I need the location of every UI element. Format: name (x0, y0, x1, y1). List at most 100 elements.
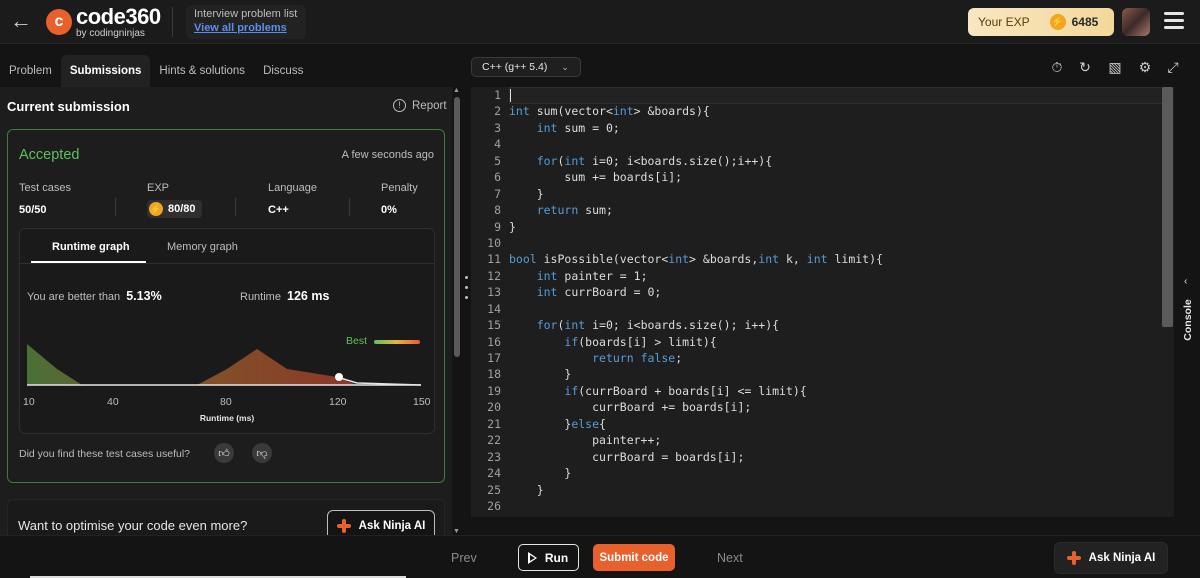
code-line[interactable]: } (509, 482, 1169, 498)
code-line[interactable]: int sum = 0; (509, 120, 1169, 136)
tab-memory-graph[interactable]: Memory graph (167, 241, 238, 253)
scroll-up-icon[interactable]: ▲ (453, 87, 460, 94)
code-lines[interactable]: int sum(vector<int> &boards){ int sum = … (509, 87, 1169, 514)
code-line[interactable]: for(int i=0; i<boards.size();i++){ (509, 153, 1169, 169)
scroll-down-icon[interactable]: ▼ (453, 528, 460, 535)
thumbs-up-icon[interactable]: 👍︎ (214, 443, 234, 463)
stat-divider (349, 198, 350, 216)
code-line[interactable]: } (509, 465, 1169, 481)
ask-ninja-ai-footer-button[interactable]: Ask Ninja AI (1054, 542, 1168, 574)
tab-submissions[interactable]: Submissions (60, 55, 151, 87)
code-line[interactable]: int painter = 1; (509, 268, 1169, 284)
test-cases-value: 50/50 (19, 204, 47, 216)
optimise-question: Want to optimise your code even more? (18, 518, 248, 533)
code-line[interactable]: } (509, 219, 1169, 235)
code-line[interactable]: if(currBoard + boards[i] <= limit){ (509, 383, 1169, 399)
code-editor[interactable]: 1 2 3 4 5 6 7 8 9 10 11 12 13 14 15 16 17 18 19 20 21 22 23 24 2… (471, 87, 1174, 517)
code-line[interactable] (509, 136, 1169, 152)
exp-badge[interactable]: Your EXP ⚡ 6485 (968, 8, 1114, 36)
current-submission-title: Current submission (7, 99, 130, 114)
console-toggle[interactable]: ‹ Console (1176, 272, 1200, 352)
timer-icon[interactable]: ⏱ (1048, 58, 1066, 76)
penalty-value: 0% (381, 204, 397, 216)
view-all-problems-link[interactable]: View all problems (194, 22, 298, 34)
runtime-distribution-chart (27, 344, 422, 386)
logo-mark-icon: c (46, 9, 72, 35)
lightning-coin-icon: ⚡ (1049, 14, 1066, 30)
thumbs-down-icon[interactable]: 👎︎ (252, 443, 272, 463)
line-number: 15 (487, 318, 501, 333)
line-number: 9 (494, 219, 501, 234)
panel-resize-handle[interactable] (465, 276, 469, 308)
exp-value: 6485 (1071, 15, 1099, 29)
logo[interactable]: c code360 by codingninjas (46, 3, 161, 39)
submit-code-button[interactable]: Submit code (593, 544, 675, 571)
code-line[interactable] (509, 235, 1169, 251)
code-line[interactable] (509, 301, 1169, 317)
code-line[interactable]: bool isPossible(vector<int> &boards,int … (509, 251, 1169, 267)
ninja-ai-sparkle-icon (336, 519, 351, 533)
x-axis-label: Runtime (ms) (199, 413, 255, 423)
optimise-card: Want to optimise your code even more? As… (7, 499, 445, 535)
language-select[interactable]: C++ (g++ 5.4) ⌄ (471, 57, 581, 77)
runtime-text: Runtime 126 ms (240, 289, 329, 303)
console-label: Console (1182, 299, 1194, 341)
refresh-icon[interactable]: ↻ (1076, 58, 1094, 76)
avatar[interactable] (1122, 8, 1150, 36)
line-number: 1 (494, 88, 501, 102)
ask-ninja-ai-button[interactable]: Ask Ninja AI (327, 510, 435, 535)
editor-horizontal-scrollbar[interactable] (471, 517, 1174, 525)
runtime-value: 126 ms (287, 289, 330, 303)
fullscreen-icon[interactable]: ⤢ (1164, 58, 1182, 76)
code-line[interactable]: } (509, 366, 1169, 382)
tab-discuss[interactable]: Discuss (254, 55, 312, 87)
code-line[interactable]: if(boards[i] > limit){ (509, 334, 1169, 350)
code-line[interactable]: currBoard += boards[i]; (509, 399, 1169, 415)
code-line[interactable]: return sum; (509, 202, 1169, 218)
prev-button[interactable]: Prev (451, 551, 477, 565)
distribution-area (27, 344, 357, 385)
layout-icon[interactable]: ▧ (1106, 58, 1124, 76)
editor-scrollbar-thumb[interactable] (1162, 87, 1173, 327)
useful-question: Did you find these test cases useful? (19, 448, 191, 460)
code-line[interactable]: sum += boards[i]; (509, 169, 1169, 185)
line-number: 14 (487, 301, 501, 316)
logo-main-text: code360 (76, 3, 161, 29)
back-arrow-icon[interactable]: ← (10, 10, 32, 32)
graph-tab-separator (20, 263, 434, 264)
report-button[interactable]: ! Report (393, 99, 447, 112)
code-line[interactable]: painter++; (509, 432, 1169, 448)
code-line[interactable]: } (509, 186, 1169, 202)
stat-penalty: Penalty 0% (381, 182, 418, 216)
code-line[interactable] (509, 498, 1169, 514)
tab-runtime-graph[interactable]: Runtime graph (52, 241, 130, 253)
code-line[interactable]: currBoard = boards[i]; (509, 449, 1169, 465)
code-line[interactable] (509, 87, 1169, 103)
line-number: 25 (487, 482, 501, 497)
line-number: 2 (494, 104, 501, 119)
line-number: 7 (494, 186, 501, 201)
run-button[interactable]: Run (518, 544, 579, 571)
gear-icon[interactable]: ⚙ (1136, 58, 1154, 76)
tab-hints-solutions[interactable]: Hints & solutions (150, 55, 254, 87)
code-line[interactable]: }else{ (509, 416, 1169, 432)
hamburger-menu-icon[interactable] (1164, 12, 1184, 30)
run-label: Run (544, 550, 569, 565)
next-button[interactable]: Next (717, 551, 743, 565)
tab-problem[interactable]: Problem (0, 55, 61, 87)
code-line[interactable]: return false; (509, 350, 1169, 366)
code-line[interactable]: int sum(vector<int> &boards){ (509, 103, 1169, 119)
logo-sub-text: by codingninjas (76, 27, 145, 39)
left-panel-scrollbar[interactable]: ▲ ▼ (452, 87, 463, 535)
language-label: Language (268, 182, 317, 194)
header-divider (172, 7, 173, 37)
line-number: 13 (487, 285, 501, 300)
runtime-label: Runtime (240, 291, 281, 303)
top-bar: ← c code360 by codingninjas Interview pr… (0, 0, 1200, 44)
code-line[interactable]: int currBoard = 0; (509, 284, 1169, 300)
scrollbar-thumb[interactable] (454, 97, 460, 357)
language-select-value: C++ (g++ 5.4) (482, 61, 548, 73)
problem-list-title: Interview problem list (194, 8, 298, 20)
code-line[interactable]: for(int i=0; i<boards.size(); i++){ (509, 317, 1169, 333)
lightning-coin-icon: ⚡ (149, 202, 163, 216)
